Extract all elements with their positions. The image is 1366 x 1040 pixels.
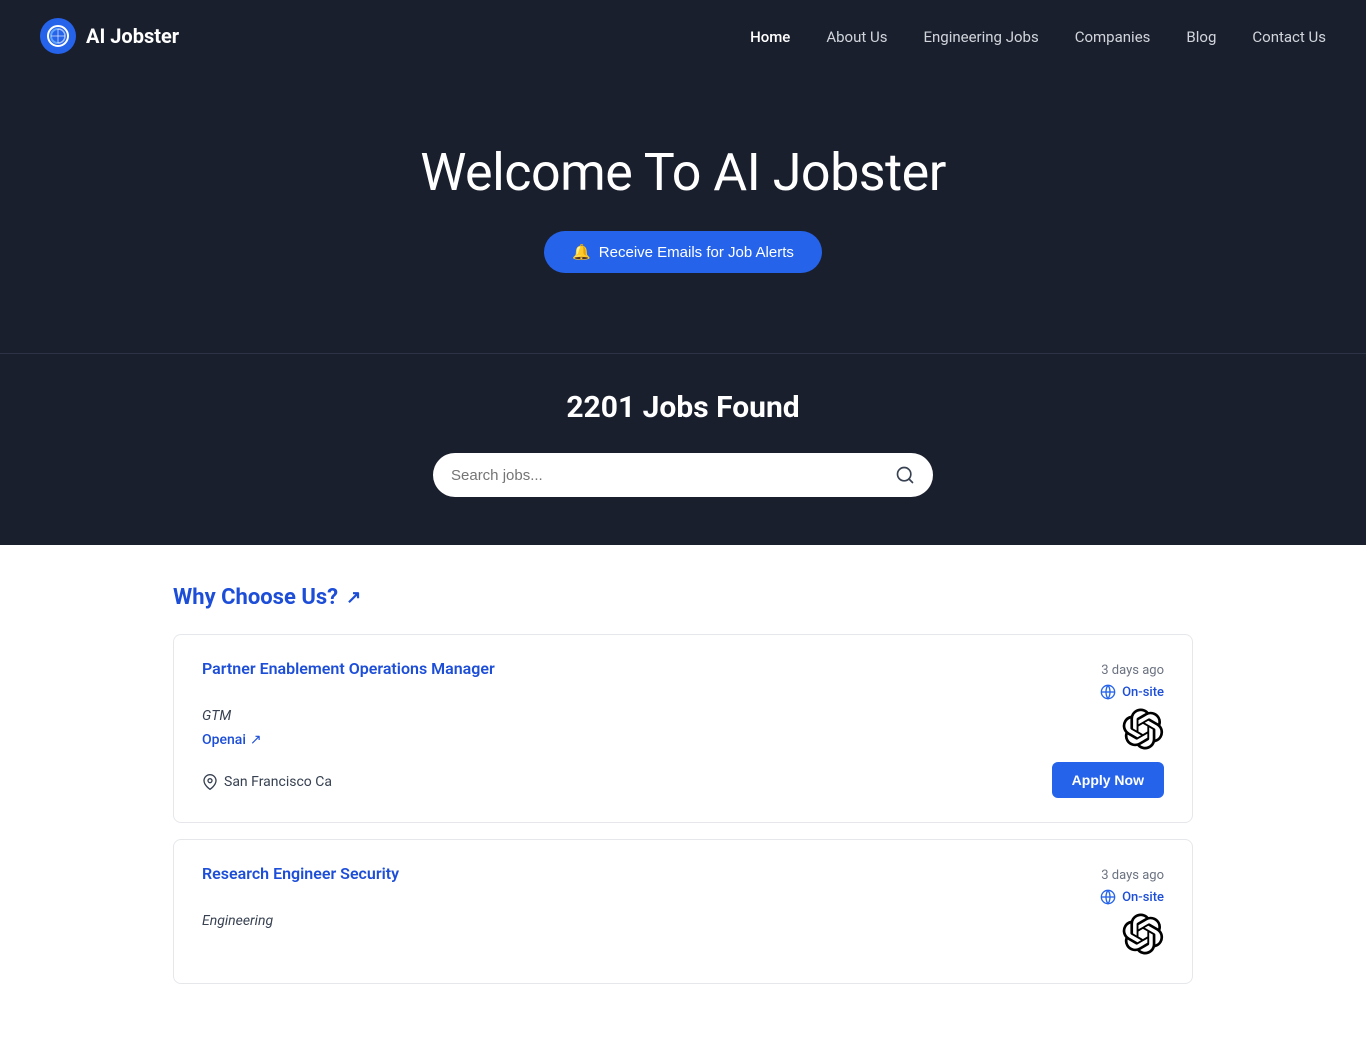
job-time: 3 days ago On-site (1052, 659, 1164, 700)
nav-engineering-jobs[interactable]: Engineering Jobs (923, 28, 1038, 46)
nav-about[interactable]: About Us (826, 28, 887, 46)
company-logo (1100, 913, 1164, 955)
why-choose-arrow: ↗ (346, 587, 361, 608)
nav-contact[interactable]: Contact Us (1252, 28, 1326, 46)
job-department: GTM (202, 708, 1036, 724)
job-location-text: San Francisco Ca (224, 774, 332, 790)
brand-logo[interactable]: AI Jobster (40, 18, 179, 54)
why-choose-heading: Why Choose Us? ↗ (173, 585, 1193, 610)
job-time: 3 days ago On-site (1100, 864, 1164, 905)
location-icon (202, 774, 218, 790)
search-bar (433, 453, 933, 497)
search-button[interactable] (895, 465, 915, 485)
job-work-type: On-site (1052, 684, 1164, 700)
job-card: Partner Enablement Operations Manager 3 … (173, 634, 1193, 823)
company-arrow: ↗ (250, 732, 262, 748)
logo-icon (40, 18, 76, 54)
job-company-link[interactable]: Openai ↗ (202, 732, 1036, 748)
job-work-type: On-site (1100, 889, 1164, 905)
nav-home[interactable]: Home (750, 28, 790, 46)
email-alerts-label: Receive Emails for Job Alerts (599, 244, 794, 261)
main-content: Why Choose Us? ↗ Partner Enablement Oper… (133, 545, 1233, 1040)
job-card: Research Engineer Security 3 days ago On… (173, 839, 1193, 984)
apply-button-wrap: Apply Now (1052, 762, 1164, 798)
job-title-link[interactable]: Partner Enablement Operations Manager (202, 659, 495, 678)
nav-blog[interactable]: Blog (1186, 28, 1216, 46)
job-department: Engineering (202, 913, 1084, 929)
openai-logo-icon (1122, 913, 1164, 955)
bell-icon: 🔔 (572, 243, 591, 261)
nav-companies[interactable]: Companies (1075, 28, 1151, 46)
nav-links: Home About Us Engineering Jobs Companies… (750, 27, 1326, 46)
search-section: 2201 Jobs Found (0, 354, 1366, 545)
hero-title: Welcome To AI Jobster (40, 142, 1326, 203)
search-icon (895, 465, 915, 485)
navbar: AI Jobster Home About Us Engineering Job… (0, 0, 1366, 72)
apply-now-button[interactable]: Apply Now (1052, 762, 1164, 798)
job-title-link[interactable]: Research Engineer Security (202, 864, 399, 883)
company-logo (1052, 708, 1164, 750)
openai-logo-icon (1122, 708, 1164, 750)
jobs-found-count: 2201 Jobs Found (40, 390, 1326, 425)
globe-icon (1100, 684, 1116, 700)
hero-section: Welcome To AI Jobster 🔔 Receive Emails f… (0, 72, 1366, 354)
globe-icon (1100, 889, 1116, 905)
email-alerts-button[interactable]: 🔔 Receive Emails for Job Alerts (544, 231, 822, 273)
brand-name: AI Jobster (86, 24, 179, 48)
job-location: San Francisco Ca (202, 766, 1036, 798)
search-input[interactable] (451, 467, 887, 484)
